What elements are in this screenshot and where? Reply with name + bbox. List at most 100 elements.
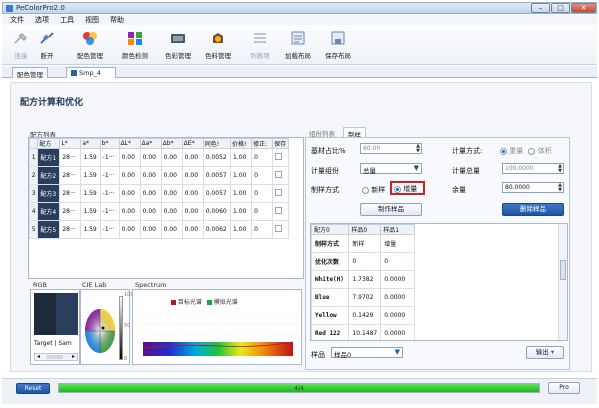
- col-l[interactable]: L*: [59, 138, 82, 149]
- table-row[interactable]: White(H) 1.7382 0.0000: [311, 270, 415, 289]
- scroll-right-icon[interactable]: ▸: [72, 353, 75, 360]
- scroll-left-icon[interactable]: ◂: [37, 353, 40, 360]
- target-swatch: [34, 293, 56, 335]
- list-items-button[interactable]: 列表项: [245, 28, 275, 62]
- tab-component-list[interactable]: 组份列表: [305, 127, 339, 138]
- spin-arrows-icon[interactable]: ▲ ▼: [416, 144, 420, 154]
- table-row[interactable]: Red 122 10.1487 0.0000: [311, 324, 415, 340]
- calc-total-label: 计量总量: [452, 167, 480, 175]
- disconnect-button[interactable]: 断开: [35, 28, 59, 62]
- cell-sample0: 0.1429: [348, 306, 382, 325]
- col-dl[interactable]: ΔL*: [118, 138, 141, 149]
- cell-da: 0.00: [139, 220, 162, 239]
- cell-fix: 0: [251, 184, 274, 203]
- col-price[interactable]: 价格!: [230, 138, 253, 149]
- connect-button[interactable]: 连接: [10, 28, 32, 62]
- table-row[interactable]: Yellow 0.1429 0.0000: [311, 306, 415, 325]
- make-sample-button[interactable]: 制作样品: [360, 203, 422, 216]
- col-formula[interactable]: 配方: [37, 138, 61, 149]
- tab-color-match[interactable]: 配色管理: [12, 67, 48, 79]
- app-icon: [6, 5, 13, 12]
- tab-sample-making[interactable]: 制样: [343, 127, 366, 139]
- pro-button[interactable]: Pro: [548, 382, 580, 394]
- save-checkbox[interactable]: [275, 189, 283, 196]
- remain-spinbox[interactable]: 80.0000 ▲ ▼: [502, 182, 564, 193]
- minimize-button[interactable]: –: [531, 3, 550, 13]
- colorant-manage-button[interactable]: 色料管理: [200, 28, 236, 62]
- cell-price: 1.00: [230, 148, 253, 167]
- color-manage-button[interactable]: 色彩管理: [160, 28, 196, 62]
- close-button[interactable]: ✕: [571, 3, 596, 13]
- color-detect-button[interactable]: 颜色检测: [117, 28, 153, 62]
- menu-view[interactable]: 视图: [85, 15, 99, 25]
- table-row[interactable]: 制样方式 新样 增量: [311, 234, 415, 253]
- table-row[interactable]: 3 配方3 28··· 1.59 -1··· 0.00 0.00 0.00 0.…: [28, 184, 289, 203]
- formula-name: 配方2: [37, 166, 61, 185]
- scroll-thumb[interactable]: [47, 355, 63, 359]
- col-b[interactable]: b*: [99, 138, 120, 149]
- table-row[interactable]: 5 配方5 28··· 1.59 -1··· 0.00 0.00 0.00 0.…: [28, 220, 289, 239]
- formula-name: 配方1: [37, 148, 61, 167]
- table-row[interactable]: 2 配方2 28··· 1.59 -1··· 0.00 0.00 0.00 0.…: [28, 166, 289, 185]
- cell-dl: 0.00: [118, 148, 141, 167]
- menu-tools[interactable]: 工具: [60, 15, 74, 25]
- radio-increment[interactable]: [394, 185, 401, 193]
- table-row[interactable]: Blue 7.9702 0.0000: [311, 288, 415, 307]
- cell-save: [272, 184, 289, 203]
- spin-arrows-icon[interactable]: ▲ ▼: [558, 164, 562, 174]
- load-layout-button[interactable]: 加载布局: [280, 28, 316, 62]
- radio-weight[interactable]: [500, 147, 507, 155]
- col-a[interactable]: a*: [80, 138, 101, 149]
- spin-arrows-icon[interactable]: ▲ ▼: [558, 183, 562, 193]
- base-ratio-value: 80.00: [363, 145, 381, 152]
- tab-smp4[interactable]: Smp_4: [66, 67, 116, 78]
- cell-sample1: 0: [380, 252, 415, 271]
- delete-sample-button[interactable]: 删除样品: [502, 203, 564, 216]
- table-row[interactable]: 4 配方4 28··· 1.59 -1··· 0.00 0.00 0.00 0.…: [28, 202, 289, 221]
- cell-da: 0.00: [139, 148, 162, 167]
- table-row[interactable]: 优化次数 0 0: [311, 252, 415, 271]
- save-layout-button[interactable]: 保存布局: [320, 28, 356, 62]
- col-formula0[interactable]: 配方0: [311, 224, 350, 235]
- menu-help[interactable]: 帮助: [110, 15, 124, 25]
- scroll-thumb[interactable]: [560, 260, 566, 280]
- sample-mode-label: 制样方式: [311, 186, 339, 194]
- calc-group-select[interactable]: 总量 ▼: [360, 163, 422, 175]
- maximize-button[interactable]: □: [551, 3, 570, 13]
- table-row[interactable]: 1 配方1 28··· 1.59 -1··· 0.00 0.00 0.00 0.…: [28, 148, 289, 167]
- radio-new-sample[interactable]: [362, 186, 369, 194]
- col-save[interactable]: 保存: [272, 138, 289, 149]
- spectrum-legend: 目标光谱 模拟光谱: [171, 297, 238, 306]
- sample-select[interactable]: 样品0 ▼: [331, 347, 403, 359]
- col-de[interactable]: ΔE*: [181, 138, 204, 149]
- reset-button[interactable]: Reset: [16, 383, 50, 394]
- spectrum-preview: 目标光谱 模拟光谱: [132, 289, 302, 365]
- menu-options[interactable]: 选项: [35, 15, 49, 25]
- export-button[interactable]: 输出 ▾: [526, 346, 564, 359]
- rgb-scrollbar[interactable]: ◂ ▸: [34, 353, 78, 361]
- cell-save: [272, 166, 289, 185]
- corner-header: [28, 138, 39, 149]
- col-da[interactable]: Δa*: [139, 138, 162, 149]
- save-checkbox[interactable]: [275, 153, 283, 160]
- color-match-button[interactable]: 配色管理: [72, 28, 108, 62]
- calc-total-spinbox[interactable]: 100.0000 ▲ ▼: [502, 163, 564, 174]
- save-checkbox[interactable]: [275, 171, 283, 178]
- cell-fix: 0: [251, 202, 274, 221]
- color-detect-icon: [128, 32, 142, 45]
- col-sample0[interactable]: 样品0: [348, 224, 382, 235]
- col-db[interactable]: Δb*: [160, 138, 183, 149]
- sample-table-scrollbar[interactable]: [558, 224, 567, 340]
- cell-sample0: 1.7382: [348, 270, 382, 289]
- base-ratio-spinbox[interactable]: 80.00 ▲ ▼: [360, 143, 422, 154]
- save-checkbox[interactable]: [275, 225, 283, 232]
- menu-file[interactable]: 文件: [10, 15, 24, 25]
- radio-volume[interactable]: [528, 147, 536, 155]
- sim-legend-label: 模拟光谱: [213, 299, 238, 306]
- radio-increment-label: 增量: [403, 185, 418, 193]
- cell-dl: 0.00: [118, 166, 141, 185]
- col-metamerism[interactable]: 同色!: [202, 138, 232, 149]
- col-fix[interactable]: 修正:: [251, 138, 274, 149]
- save-checkbox[interactable]: [275, 207, 283, 214]
- col-sample1[interactable]: 样品1: [380, 224, 415, 235]
